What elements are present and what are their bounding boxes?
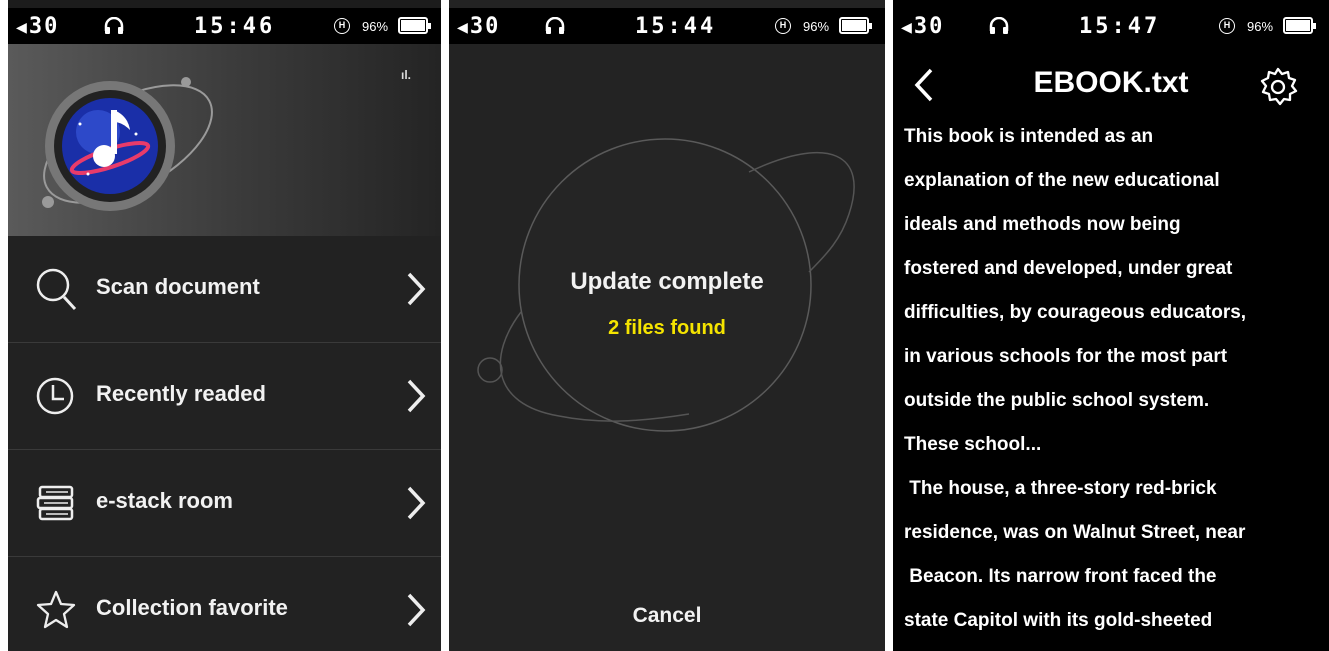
menu-item-label: Scan document bbox=[96, 274, 260, 299]
ebook-text-body: This book is intended as an explanation … bbox=[904, 126, 1324, 651]
volume-indicator: ◀30 bbox=[901, 14, 944, 39]
update-status-title: Update complete bbox=[570, 268, 764, 295]
speaker-icon: ◀ bbox=[16, 17, 29, 38]
speaker-icon: ◀ bbox=[457, 17, 470, 38]
menu-item-collection-favorite[interactable]: Collection favorite bbox=[8, 557, 441, 651]
volume-indicator: ◀30 bbox=[16, 14, 59, 39]
battery-percent: 96% bbox=[362, 19, 389, 34]
chevron-right-icon bbox=[407, 486, 426, 520]
settings-gear-icon[interactable] bbox=[1257, 66, 1299, 108]
home-menu: Scan document Recently readed e-stack ro… bbox=[8, 236, 441, 651]
text-line: This book is intended as an bbox=[904, 126, 1154, 147]
search-icon bbox=[36, 268, 77, 311]
battery-percent: 96% bbox=[803, 19, 830, 34]
status-bar: ◀30 15:46 H 96% bbox=[8, 8, 441, 44]
headphones-icon bbox=[545, 17, 565, 34]
scan-result-screen: ◀30 15:44 H 96% Update complete 2 files … bbox=[449, 0, 885, 651]
volume-level: 30 bbox=[28, 14, 60, 39]
planet-orbit-decoration-icon bbox=[477, 138, 855, 432]
text-line: explanation of the new educational bbox=[904, 170, 1220, 191]
text-line: Beacon. Its narrow front faced the bbox=[904, 566, 1217, 587]
text-line: residence, was on Walnut Street, near bbox=[904, 522, 1246, 543]
menu-item-label: Collection favorite bbox=[96, 595, 288, 620]
battery-icon bbox=[839, 17, 872, 34]
clock-time: 15:47 bbox=[1079, 14, 1161, 39]
menu-item-label: e-stack room bbox=[96, 488, 233, 513]
home-header: ıl. bbox=[8, 44, 441, 236]
clock-time: 15:44 bbox=[635, 14, 717, 39]
reader-header: EBOOK.txt bbox=[893, 44, 1329, 126]
signal-bars-icon: ıl. bbox=[400, 68, 411, 82]
cancel-button[interactable]: Cancel bbox=[449, 604, 885, 628]
text-line: The house, a three-story red-brick bbox=[904, 478, 1217, 499]
text-line: fostered and developed, under great bbox=[904, 258, 1233, 279]
music-planet-logo-icon bbox=[42, 77, 213, 211]
headphones-icon bbox=[104, 17, 124, 34]
battery-icon bbox=[1283, 17, 1316, 34]
chevron-right-icon bbox=[407, 272, 426, 306]
status-bar: ◀30 15:44 H 96% bbox=[449, 8, 885, 44]
speaker-icon: ◀ bbox=[901, 17, 914, 38]
text-line: These school... bbox=[904, 434, 1042, 455]
clock-time: 15:46 bbox=[194, 14, 276, 39]
status-bar: ◀30 15:47 H 96% bbox=[893, 8, 1329, 44]
text-line: in various schools for the most part bbox=[904, 346, 1228, 367]
reader-screen: ◀30 15:47 H 96% EBOOK.txt This book is i… bbox=[893, 0, 1329, 651]
text-line: outside the public school system. bbox=[904, 390, 1210, 411]
menu-item-recently-readed[interactable]: Recently readed bbox=[8, 343, 441, 450]
battery-percent: 96% bbox=[1247, 19, 1274, 34]
headphones-icon bbox=[989, 17, 1009, 34]
menu-item-label: Recently readed bbox=[96, 381, 266, 406]
book-stack-icon bbox=[36, 485, 74, 521]
hold-lock-icon: H bbox=[775, 18, 791, 34]
volume-indicator: ◀30 bbox=[457, 14, 500, 39]
text-line: ideals and methods now being bbox=[904, 214, 1181, 235]
text-line: difficulties, by courageous educators, bbox=[904, 302, 1247, 323]
text-line: state Capitol with its gold-sheeted bbox=[904, 610, 1213, 631]
battery-icon bbox=[398, 17, 431, 34]
volume-level: 30 bbox=[913, 14, 945, 39]
chevron-right-icon bbox=[407, 379, 426, 413]
hold-lock-icon: H bbox=[334, 18, 350, 34]
home-screen: ◀30 15:46 H 96% ıl. Scan document Recent… bbox=[8, 0, 441, 651]
menu-item-scan-document[interactable]: Scan document bbox=[8, 236, 441, 343]
chevron-right-icon bbox=[407, 593, 426, 627]
star-icon bbox=[36, 590, 76, 629]
hold-lock-icon: H bbox=[1219, 18, 1235, 34]
volume-level: 30 bbox=[469, 14, 501, 39]
menu-item-e-stack-room[interactable]: e-stack room bbox=[8, 450, 441, 557]
files-found-count: 2 files found bbox=[608, 317, 726, 339]
clock-icon bbox=[36, 377, 74, 415]
